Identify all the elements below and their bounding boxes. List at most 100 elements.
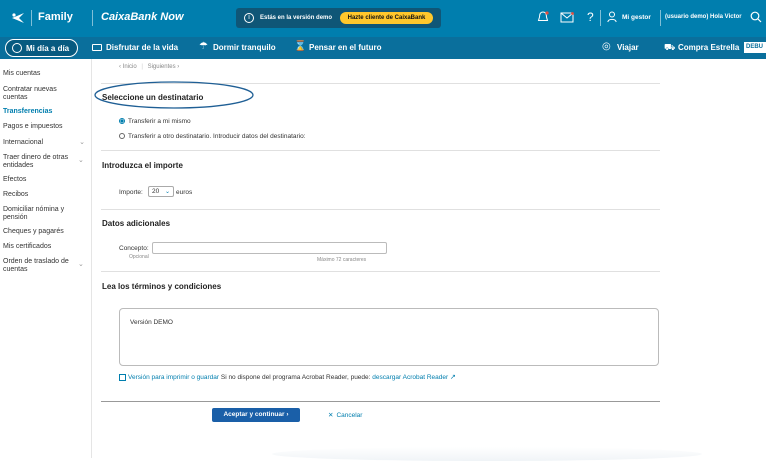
sidebar: Mis cuentas Contratar nuevas cuentas Tra…	[0, 59, 92, 458]
concept-max-hint: Máximo 72 caracteres	[317, 257, 367, 263]
terms-box[interactable]: Versión DEMO	[119, 308, 659, 366]
gestor-person-icon[interactable]	[607, 11, 617, 23]
sidebar-item-label: Mis certificados	[3, 243, 52, 250]
tab-label: Dormir tranquilo	[213, 43, 276, 52]
section-nav: Mi día a día Disfrutar de la vida ☂ Dorm…	[0, 37, 766, 59]
breadcrumb-prev[interactable]: Inicio	[123, 64, 137, 70]
chevron-right-icon: ›	[177, 64, 180, 70]
chevron-down-icon: ⌄	[79, 139, 85, 146]
radio-label: Transferir a otro destinatario. Introduc…	[128, 133, 306, 140]
button-label: Aceptar y continuar	[223, 411, 285, 418]
amount-select[interactable]: 20 ⌄	[148, 186, 174, 197]
chevron-down-icon: ⌄	[78, 261, 84, 268]
section-title-importe: Introduzca el importe	[102, 161, 183, 170]
brand-family[interactable]: Family	[38, 11, 73, 23]
radio-selected-icon	[119, 118, 125, 125]
cart-icon: ⛟	[664, 42, 676, 52]
sidebar-item-label: Internacional	[3, 139, 44, 146]
sidebar-item-efectos[interactable]: Efectos	[0, 176, 92, 184]
sidebar-item-label: Domiciliar nómina y pensión	[3, 206, 65, 221]
divider	[101, 209, 660, 210]
sidebar-item-pagos[interactable]: Pagos e impuestos	[0, 123, 92, 131]
card-icon	[92, 44, 102, 51]
acrobat-text: Si no dispone del programa Acrobat Reade…	[220, 374, 371, 381]
tab-label: Disfrutar de la vida	[106, 43, 179, 52]
top-bar: Family CaixaBank Now i Estás en la versi…	[0, 0, 766, 37]
tab-mi-dia-a-dia[interactable]: Mi día a día	[5, 39, 78, 57]
chevron-left-icon: ‹	[119, 64, 121, 70]
sidebar-item-label: Mis cuentas	[3, 70, 41, 77]
terms-text: Versión DEMO	[130, 319, 173, 326]
sidebar-item-recibos[interactable]: Recibos	[0, 191, 92, 199]
clock-icon	[12, 43, 22, 53]
brand-caixabank-now[interactable]: CaixaBank Now	[101, 11, 184, 23]
chevron-right-icon: ›	[286, 411, 289, 418]
mi-gestor-link[interactable]: Mi gestor	[622, 14, 651, 21]
tab-label: Compra Estrella	[678, 43, 740, 52]
become-client-button[interactable]: Hazte cliente de CaixaBank	[340, 12, 433, 24]
divider	[600, 10, 601, 26]
tab-label: Mi día a día	[26, 44, 70, 53]
main-content: ‹ Inicio | Siguientes › Seleccione un de…	[92, 59, 766, 461]
info-icon: i	[244, 13, 254, 23]
breadcrumb-next[interactable]: Siguientes	[148, 64, 176, 70]
divider	[101, 271, 660, 272]
sidebar-item-contratar[interactable]: Contratar nuevas cuentas	[0, 86, 72, 102]
print-link[interactable]: Versión para imprimir o guardar	[128, 374, 219, 381]
document-icon	[119, 373, 126, 381]
divider	[101, 150, 660, 151]
radio-unselected-icon	[119, 133, 125, 140]
sidebar-item-label: Cheques y pagarés	[3, 228, 64, 235]
help-icon[interactable]: ?	[587, 10, 594, 24]
amount-value: 20	[152, 188, 160, 195]
external-link-icon: ↗	[449, 374, 456, 381]
sidebar-item-cheques[interactable]: Cheques y pagarés	[0, 228, 92, 236]
chevron-down-icon: ⌄	[164, 189, 170, 195]
user-greeting[interactable]: (usuario demo) Hola Victor	[665, 14, 742, 20]
section-title-terminos: Lea los términos y condiciones	[102, 282, 222, 291]
mail-icon[interactable]	[560, 12, 574, 23]
sidebar-item-label: Efectos	[3, 176, 27, 183]
concept-input[interactable]	[152, 242, 387, 254]
sidebar-item-orden-traslado[interactable]: Orden de traslado de cuentas	[0, 258, 80, 274]
hourglass-icon: ⌛	[294, 41, 307, 52]
bell-icon[interactable]	[537, 11, 549, 24]
demo-banner: i Estás en la versión demo Hazte cliente…	[236, 8, 441, 28]
radio-other[interactable]: Transferir a otro destinatario. Introduc…	[119, 133, 306, 140]
sidebar-item-internacional[interactable]: Internacional ⌄	[0, 139, 92, 147]
sidebar-item-label: Recibos	[3, 191, 29, 198]
divider	[31, 10, 32, 26]
amount-unit: euros	[176, 189, 193, 196]
cancel-button[interactable]: ✕ Cancelar	[328, 411, 362, 419]
sidebar-item-label: Contratar nuevas cuentas	[3, 86, 57, 101]
sidebar-item-traer-dinero[interactable]: Traer dinero de otras entidades	[0, 154, 80, 170]
chevron-down-icon: ⌄	[78, 157, 84, 164]
sidebar-item-domiciliar[interactable]: Domiciliar nómina y pensión	[0, 206, 82, 222]
tab-label: Pensar en el futuro	[309, 43, 382, 52]
accept-continue-button[interactable]: Aceptar y continuar ›	[212, 408, 300, 422]
search-icon[interactable]	[750, 11, 762, 23]
acrobat-link[interactable]: descargar Acrobat Reader	[372, 374, 448, 381]
caixabank-star-logo-icon[interactable]	[11, 12, 25, 24]
breadcrumb: ‹ Inicio | Siguientes ›	[119, 64, 180, 70]
umbrella-icon: ☂	[199, 41, 208, 52]
divider	[101, 401, 660, 402]
print-row: Versión para imprimir o guardar Si no di…	[119, 373, 456, 381]
radio-self[interactable]: Transferir a mi mismo	[119, 118, 191, 125]
sidebar-item-certificados[interactable]: Mis certificados	[0, 243, 92, 251]
sidebar-item-label: Traer dinero de otras entidades	[3, 154, 69, 169]
sidebar-item-transferencias[interactable]: Transferencias	[0, 108, 92, 116]
amount-label: Importe:	[119, 189, 143, 196]
debug-badge: DEBU	[744, 42, 766, 53]
sidebar-item-mis-cuentas[interactable]: Mis cuentas	[0, 70, 92, 78]
globe-icon: ◎	[602, 41, 611, 52]
concept-optional: Opcional	[129, 254, 149, 260]
radio-label: Transferir a mi mismo	[128, 118, 191, 125]
close-icon: ✕	[328, 412, 334, 419]
button-label: Cancelar	[336, 412, 363, 419]
sidebar-item-label: Transferencias	[3, 108, 53, 115]
demo-text: Estás en la versión demo	[260, 15, 333, 21]
tab-label: Viajar	[617, 43, 639, 52]
bottom-shadow	[272, 447, 702, 461]
section-title-datos: Datos adicionales	[102, 219, 171, 228]
